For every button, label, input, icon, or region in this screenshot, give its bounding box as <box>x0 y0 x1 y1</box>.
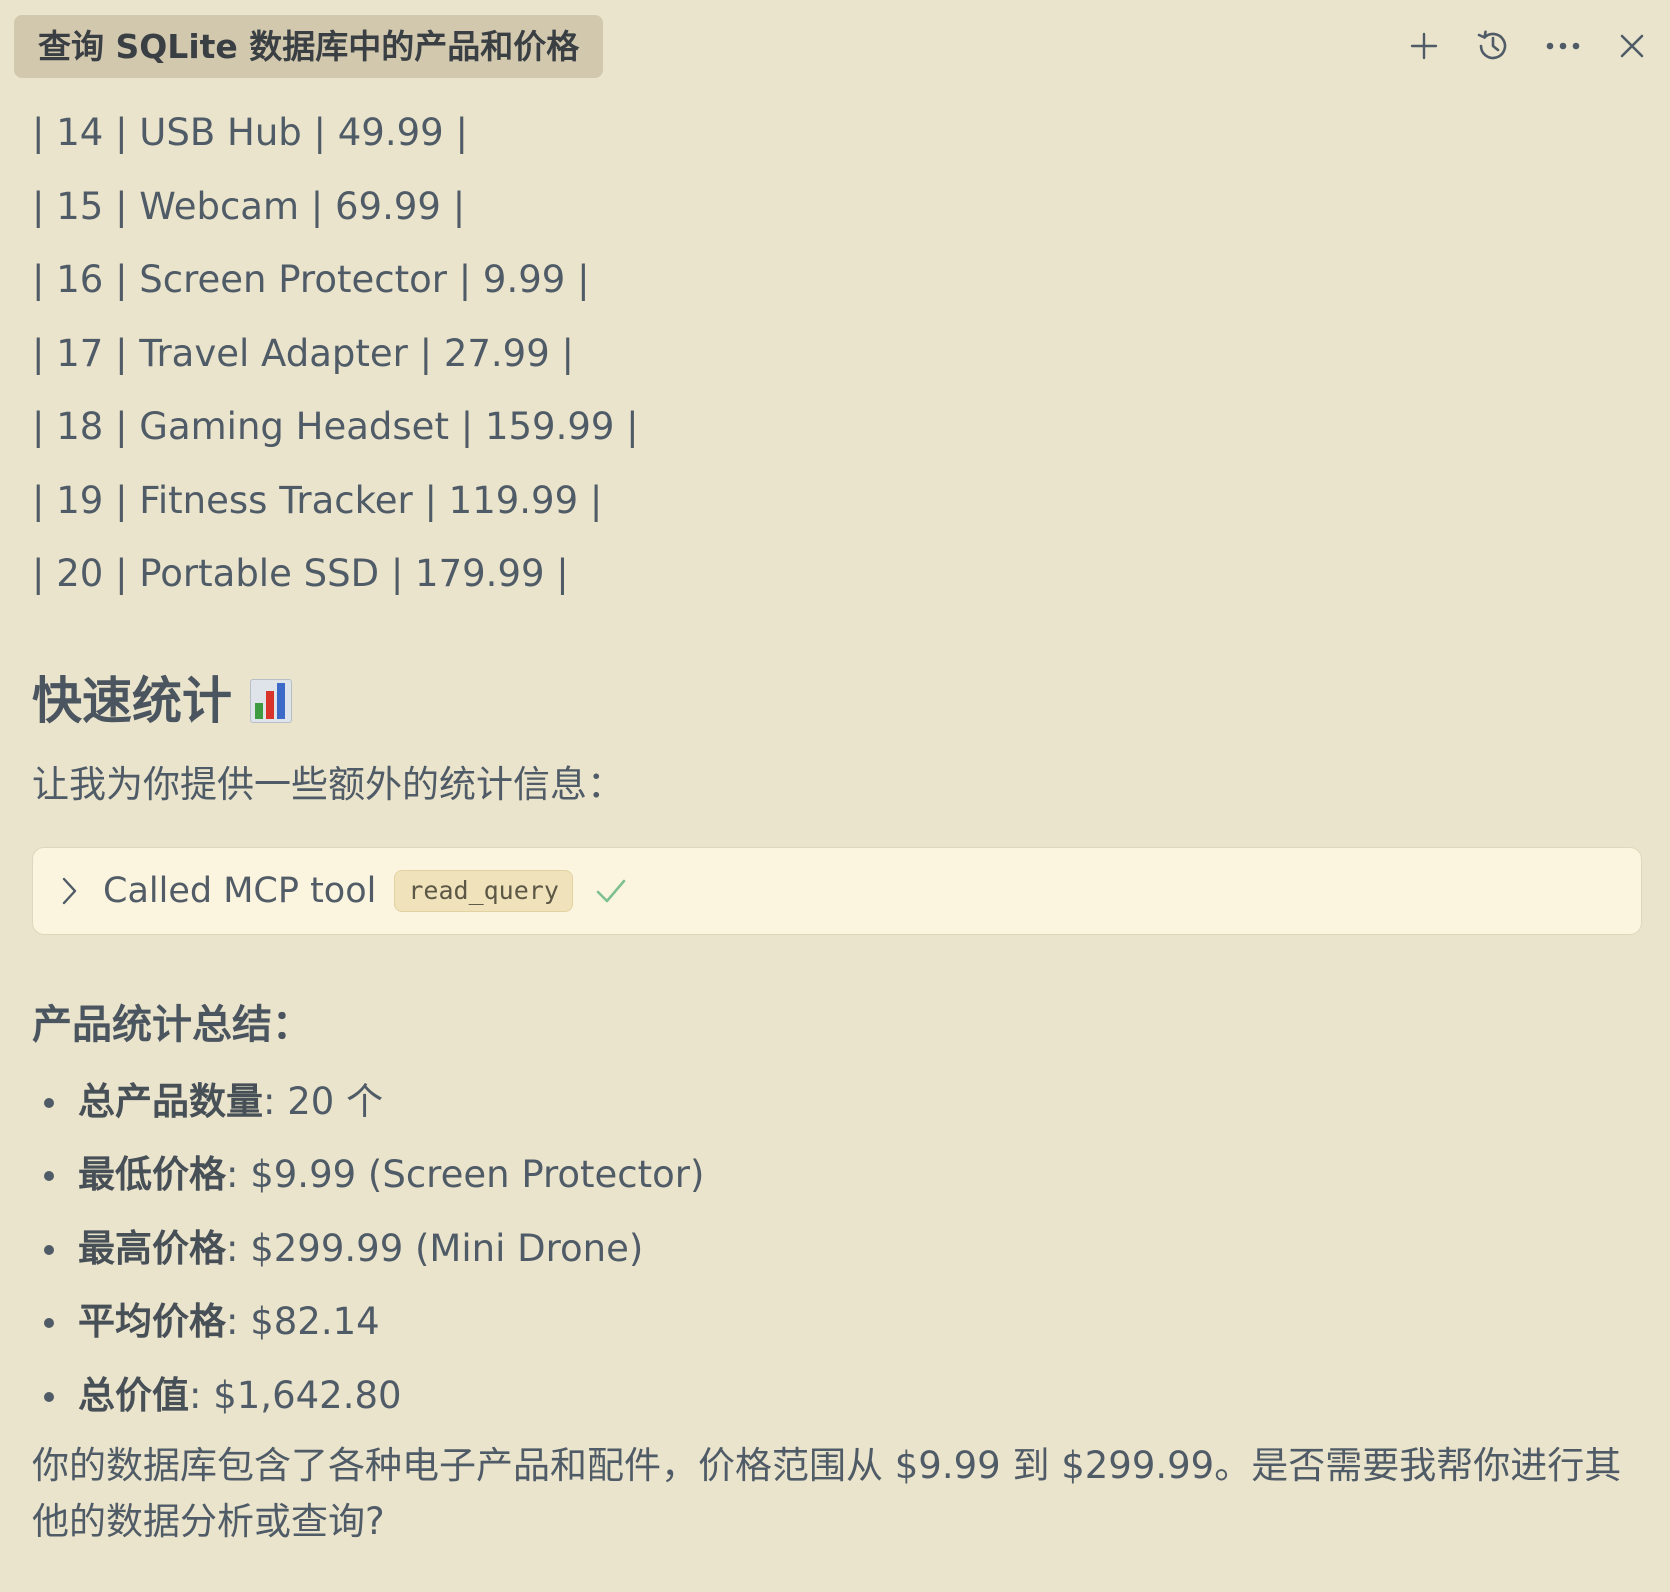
list-item: 最高价格: $299.99 (Mini Drone) <box>32 1212 1642 1286</box>
tool-name-badge: read_query <box>394 869 573 912</box>
list-item: 平均价格: $82.14 <box>32 1285 1642 1359</box>
stat-label: 最低价格 <box>78 1153 226 1196</box>
chevron-right-icon[interactable] <box>59 876 83 906</box>
panel-header: 查询 SQLite 数据库中的产品和价格 <box>0 0 1670 96</box>
table-row: | 14 | USB Hub | 49.99 | <box>32 111 468 154</box>
section-heading-text: 快速统计 <box>32 671 232 730</box>
stat-label: 总产品数量 <box>78 1079 263 1123</box>
tool-call-label: Called MCP tool <box>103 870 377 911</box>
stat-label: 平均价格 <box>78 1300 226 1343</box>
close-icon[interactable] <box>1608 22 1656 70</box>
bar-chart-emoji-icon <box>250 678 292 723</box>
summary-list: 总产品数量: 20 个 最低价格: $9.99 (Screen Protecto… <box>32 1065 1642 1433</box>
table-row: | 17 | Travel Adapter | 27.99 | <box>32 331 574 375</box>
stat-label: 最高价格 <box>78 1226 226 1270</box>
summary-heading: 产品统计总结： <box>32 1001 312 1048</box>
table-row: | 18 | Gaming Headset | 159.99 | <box>32 405 639 448</box>
list-item: 最低价格: $9.99 (Screen Protector) <box>32 1138 1642 1212</box>
chat-message: | 14 | USB Hub | 49.99 | | 15 | Webcam |… <box>32 96 1642 1550</box>
more-icon[interactable] <box>1539 22 1587 70</box>
plus-icon[interactable] <box>1400 22 1448 70</box>
stat-value: : $1,642.80 <box>189 1373 402 1417</box>
checkmark-icon <box>595 876 629 906</box>
table-row: | 20 | Portable SSD | 179.99 | <box>32 552 569 595</box>
stat-value: : 20 个 <box>263 1079 384 1123</box>
stat-value: : $9.99 (Screen Protector) <box>226 1153 705 1196</box>
stat-label: 总价值 <box>78 1373 189 1417</box>
chat-title[interactable]: 查询 SQLite 数据库中的产品和价格 <box>14 15 604 78</box>
tool-call-disclosure[interactable]: Called MCP tool read_query <box>32 846 1642 935</box>
stat-value: : $299.99 (Mini Drone) <box>226 1226 644 1270</box>
section-heading: 快速统计 <box>32 661 1642 741</box>
list-item: 总价值: $1,642.80 <box>32 1359 1642 1433</box>
intro-text: 让我为你提供一些额外的统计信息： <box>32 762 624 806</box>
list-item: 总产品数量: 20 个 <box>32 1065 1642 1139</box>
history-icon[interactable] <box>1469 22 1517 70</box>
table-row: | 15 | Webcam | 69.99 | <box>32 184 466 228</box>
closing-paragraph: 你的数据库包含了各种电子产品和配件，价格范围从 $9.99 到 $299.99。… <box>32 1444 1622 1543</box>
stat-value: : $82.14 <box>226 1300 380 1343</box>
table-row: | 19 | Fitness Tracker | 119.99 | <box>32 478 603 522</box>
table-row: | 16 | Screen Protector | 9.99 | <box>32 258 590 301</box>
